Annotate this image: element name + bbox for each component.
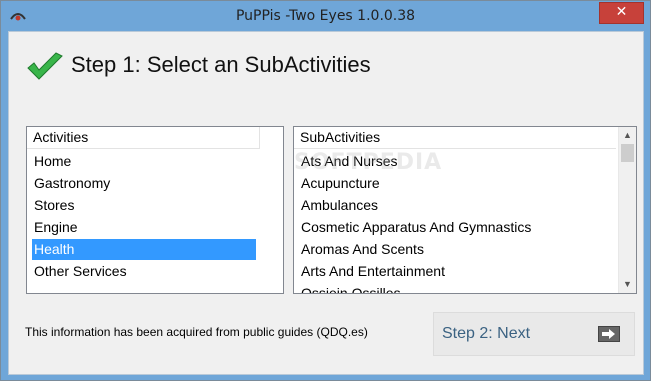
scroll-up-icon[interactable]: ▲ bbox=[619, 127, 636, 144]
subactivities-column-header[interactable]: SubActivities bbox=[294, 127, 616, 149]
main-panel: Step 1: Select an SubActivities Activiti… bbox=[8, 31, 644, 375]
green-check-icon bbox=[27, 52, 63, 80]
step-heading: Step 1: Select an SubActivities bbox=[71, 52, 371, 77]
title-bar[interactable]: PuPPis -Two Eyes 1.0.0.38 ✕ bbox=[1, 1, 650, 31]
close-button[interactable]: ✕ bbox=[599, 2, 644, 24]
list-item[interactable]: Stores bbox=[32, 195, 256, 216]
next-button-label: Step 2: Next bbox=[442, 325, 531, 342]
list-item[interactable]: Gastronomy bbox=[32, 173, 256, 194]
list-item[interactable]: Aromas And Scents bbox=[299, 239, 424, 260]
list-item[interactable]: Cosmetic Apparatus And Gymnastics bbox=[299, 217, 531, 238]
scroll-down-icon[interactable]: ▼ bbox=[619, 276, 636, 293]
arrow-right-icon bbox=[598, 326, 620, 342]
app-window: PuPPis -Two Eyes 1.0.0.38 ✕ Step 1: Sele… bbox=[0, 0, 651, 381]
list-item[interactable]: Acupuncture bbox=[299, 173, 380, 194]
activities-column-header[interactable]: Activities bbox=[27, 127, 260, 149]
next-step-button[interactable]: Step 2: Next bbox=[433, 312, 635, 356]
list-item[interactable]: Ats And Nurses bbox=[299, 151, 398, 172]
subactivities-list[interactable]: SubActivities Ats And Nurses Acupuncture… bbox=[293, 126, 637, 294]
subactivities-scrollbar[interactable]: ▲ ▼ bbox=[618, 127, 636, 293]
list-item[interactable]: Other Services bbox=[32, 261, 256, 282]
list-item-partial[interactable]: Ossiein Ossilles bbox=[299, 283, 401, 293]
list-item[interactable]: Ambulances bbox=[299, 195, 378, 216]
list-item[interactable]: Arts And Entertainment bbox=[299, 261, 445, 282]
list-item[interactable]: Engine bbox=[32, 217, 256, 238]
list-item[interactable]: Home bbox=[32, 151, 256, 172]
list-item-selected[interactable]: Health bbox=[32, 239, 256, 260]
window-title: PuPPis -Two Eyes 1.0.0.38 bbox=[235, 8, 416, 24]
source-info-text: This information has been acquired from … bbox=[25, 325, 368, 339]
activities-list[interactable]: Activities Home Gastronomy Stores Engine… bbox=[26, 126, 284, 294]
scrollbar-thumb[interactable] bbox=[621, 144, 634, 162]
